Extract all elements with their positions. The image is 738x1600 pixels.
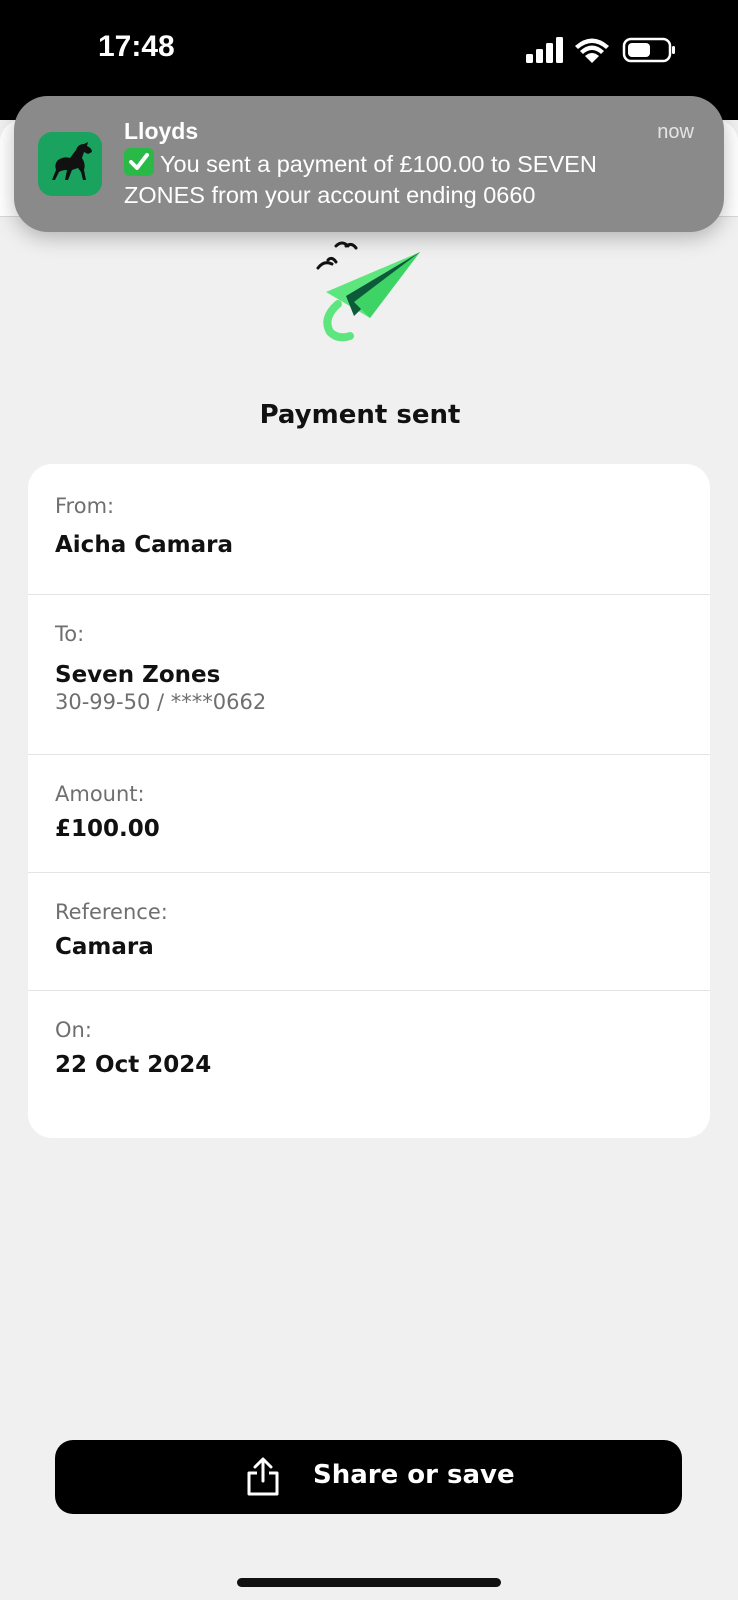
battery-icon — [622, 37, 675, 63]
to-value: Seven Zones — [55, 662, 221, 688]
date-row: On: 22 Oct 2024 — [28, 990, 710, 1138]
amount-label: Amount: — [55, 782, 145, 806]
check-mark-icon — [124, 148, 154, 176]
push-notification[interactable]: Lloyds now You sent a payment of £100.00… — [14, 96, 724, 232]
notification-body: You sent a payment of £100.00 to SEVEN Z… — [124, 148, 684, 211]
page-title: Payment sent — [259, 400, 461, 430]
signal-icon — [526, 37, 563, 63]
to-label: To: — [55, 622, 85, 646]
paper-plane-icon — [316, 241, 420, 342]
to-row: To: Seven Zones 30-99-50 / ****0662 — [28, 594, 710, 755]
status-icons — [526, 37, 675, 63]
from-row: From: Aicha Camara — [28, 464, 710, 595]
notification-app-name: Lloyds — [124, 118, 199, 144]
reference-row: Reference: Camara — [28, 872, 710, 991]
home-indicator[interactable] — [237, 1578, 501, 1587]
share-icon — [247, 1457, 279, 1496]
date-value: 22 Oct 2024 — [55, 1052, 212, 1078]
from-value: Aicha Camara — [55, 532, 233, 558]
from-label: From: — [55, 494, 115, 518]
amount-value: £100.00 — [55, 816, 160, 842]
reference-value: Camara — [55, 934, 154, 960]
to-account: 30-99-50 / ****0662 — [55, 690, 267, 714]
reference-label: Reference: — [55, 900, 168, 924]
share-or-save-button[interactable]: Share or save — [55, 1440, 682, 1514]
status-time: 17:48 — [98, 30, 175, 63]
amount-row: Amount: £100.00 — [28, 754, 710, 873]
payment-details-card: From: Aicha Camara To: Seven Zones 30-99… — [28, 464, 710, 1138]
date-label: On: — [55, 1018, 92, 1042]
wifi-icon — [575, 38, 609, 63]
black-horse-icon — [38, 132, 102, 196]
share-or-save-label: Share or save — [313, 1460, 515, 1490]
notification-time: now — [657, 121, 694, 143]
notification-message: You sent a payment of £100.00 to SEVEN Z… — [124, 151, 597, 208]
